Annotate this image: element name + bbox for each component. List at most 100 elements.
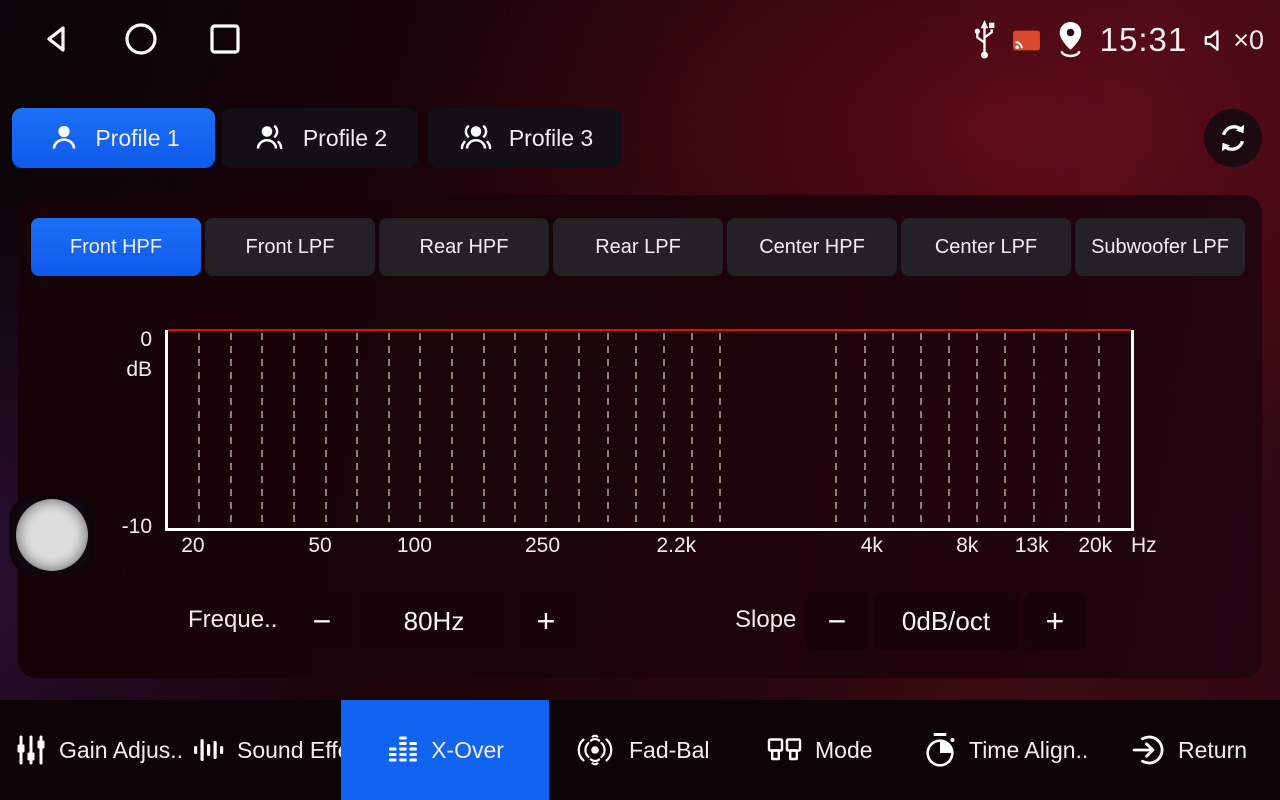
chart-gridline: [483, 333, 485, 526]
sync-icon: [1215, 120, 1251, 156]
chart-gridline: [719, 333, 721, 526]
chart-gridline: [1098, 333, 1100, 526]
chart-gridline: [976, 333, 978, 526]
chart-x-tick: 50: [308, 534, 331, 558]
chart-gridline: [578, 333, 580, 526]
chart-gridline: [864, 333, 866, 526]
filter-channel-tabs: Front HPF Front LPF Rear HPF Rear LPF Ce…: [31, 218, 1245, 276]
y-axis-tick-0db: 0: [100, 328, 152, 352]
chart-gridline: [545, 333, 547, 526]
location-icon: [1055, 20, 1086, 61]
nav-item-sound-effects[interactable]: Sound Effe..: [192, 700, 363, 800]
chart-gridline: [1033, 333, 1035, 526]
profile-2-tab[interactable]: Profile 2: [222, 108, 418, 168]
chart-gridline: [948, 333, 950, 526]
volume-knob[interactable]: [10, 496, 93, 574]
usb-icon: [971, 19, 998, 62]
chart-gridline: [1065, 333, 1067, 526]
person-2-icon: [253, 121, 289, 155]
chart-gridline: [325, 333, 327, 526]
slope-plus-button[interactable]: +: [1024, 592, 1086, 650]
android-back-button[interactable]: [38, 20, 76, 58]
chart-gridline: [293, 333, 295, 526]
chart-x-tick: 100: [397, 534, 432, 558]
chart-gridline: [451, 333, 453, 526]
person-3-icon: [457, 121, 495, 155]
chart-gridline: [261, 333, 263, 526]
chart-x-tick: 20: [181, 534, 204, 558]
y-axis-unit-label: dB: [100, 358, 152, 382]
nav-label: Time Align..: [969, 737, 1088, 764]
bottom-nav-bar: Gain Adjus.. Sound Effe..: [0, 700, 1280, 800]
chart-plot: [165, 330, 1134, 531]
recents-square-icon: [206, 20, 244, 58]
chart-x-tick: 20k: [1078, 534, 1112, 558]
sync-profiles-button[interactable]: [1204, 109, 1262, 167]
nav-item-time-alignment[interactable]: Time Align..: [922, 700, 1088, 800]
slope-minus-button[interactable]: −: [806, 592, 868, 650]
chart-gridline: [835, 333, 837, 526]
tab-front-lpf[interactable]: Front LPF: [205, 218, 375, 276]
chart-x-tick: 250: [525, 534, 560, 558]
chart-curve: [168, 329, 1131, 331]
volume-indicator: ×0: [1201, 25, 1264, 56]
nav-label: Mode: [815, 737, 873, 764]
chart-gridline: [920, 333, 922, 526]
person-icon: [47, 121, 81, 155]
chart-gridline: [635, 333, 637, 526]
knob-cap: [16, 499, 88, 571]
profile-3-tab[interactable]: Profile 3: [428, 108, 622, 168]
profile-tab-label: Profile 3: [509, 125, 593, 152]
clock: 15:31: [1100, 21, 1188, 59]
chart-gridline: [356, 333, 358, 526]
chart-gridline: [607, 333, 609, 526]
nav-label: Fad-Bal: [629, 737, 710, 764]
tab-subwoofer-lpf[interactable]: Subwoofer LPF: [1075, 218, 1245, 276]
frequency-minus-button[interactable]: −: [291, 592, 353, 650]
profile-tab-label: Profile 1: [95, 125, 179, 152]
nav-item-gain-adjust[interactable]: Gain Adjus..: [14, 700, 183, 800]
back-triangle-icon: [38, 20, 76, 58]
slope-label: Slope: [735, 606, 796, 634]
tab-rear-hpf[interactable]: Rear HPF: [379, 218, 549, 276]
tab-center-hpf[interactable]: Center HPF: [727, 218, 897, 276]
nav-item-fad-bal[interactable]: Fad-Bal: [572, 700, 710, 800]
cast-icon: [1012, 29, 1041, 52]
fader-balance-icon: [572, 732, 618, 768]
tab-front-hpf[interactable]: Front HPF: [31, 218, 201, 276]
nav-item-xover-active[interactable]: X-Over: [341, 700, 549, 800]
chart-gridline: [691, 333, 693, 526]
y-axis-tick-minus10db: -10: [92, 515, 152, 539]
chart-x-tick: 4k: [861, 534, 883, 558]
android-home-button[interactable]: [122, 20, 160, 58]
head-unit-screen: 15:31 ×0 Profile 1: [0, 0, 1280, 800]
speaker-mode-icon: [766, 733, 804, 767]
crossover-eq-icon: [386, 733, 420, 767]
status-indicators: 15:31 ×0: [971, 0, 1264, 80]
profile-tab-label: Profile 2: [303, 125, 387, 152]
nav-label: Gain Adjus..: [59, 737, 183, 764]
chart-x-tick: 13k: [1015, 534, 1049, 558]
nav-label: X-Over: [431, 737, 504, 764]
chart-x-ticks: 20 50 100 250 2.2k 4k 8k 13k 20k: [165, 534, 1128, 562]
tab-center-lpf[interactable]: Center LPF: [901, 218, 1071, 276]
chart-gridline: [892, 333, 894, 526]
tab-rear-lpf[interactable]: Rear LPF: [553, 218, 723, 276]
chart-x-tick: 2.2k: [656, 534, 696, 558]
frequency-value: 80Hz: [359, 592, 509, 650]
chart-gridline: [514, 333, 516, 526]
chart-gridline: [1004, 333, 1006, 526]
slope-value: 0dB/oct: [874, 592, 1018, 650]
time-alignment-icon: [922, 731, 958, 769]
chart-gridline: [663, 333, 665, 526]
chart-x-tick: 8k: [956, 534, 978, 558]
frequency-label: Freque..: [188, 606, 277, 634]
volume-muted-icon: [1201, 25, 1230, 55]
nav-item-return[interactable]: Return: [1131, 700, 1247, 800]
sound-effects-icon: [192, 733, 226, 767]
profile-1-tab[interactable]: Profile 1: [12, 108, 215, 168]
nav-item-mode[interactable]: Mode: [766, 700, 873, 800]
chart-gridline: [419, 333, 421, 526]
frequency-plus-button[interactable]: +: [515, 592, 577, 650]
android-recents-button[interactable]: [206, 20, 244, 58]
